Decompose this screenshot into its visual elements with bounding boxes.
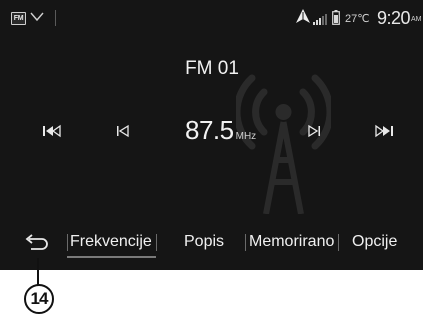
step-back-icon[interactable] xyxy=(111,122,135,140)
tab-popis[interactable]: Popis xyxy=(184,230,224,254)
back-arrow-icon xyxy=(25,234,48,250)
navigation-arrow-icon xyxy=(296,9,310,29)
tab-separator xyxy=(338,234,339,251)
tab-separator xyxy=(156,234,157,251)
tab-memorirano[interactable]: Memorirano xyxy=(249,230,334,254)
temperature-readout: 27℃ xyxy=(345,13,370,25)
step-forward-icon[interactable] xyxy=(302,122,326,140)
chevron-down-icon[interactable] xyxy=(30,10,44,28)
tab-frekvencije[interactable]: Frekvencije xyxy=(70,230,152,254)
frequency-value: 87.5 xyxy=(185,115,234,145)
station-name: FM 01 xyxy=(185,58,239,79)
radio-screen: FM 27℃ 9:20 AM FM 01 87.5 MHz Frekvencij… xyxy=(0,0,423,270)
bottom-tab-bar: Frekvencije Popis Memorirano Opcije xyxy=(0,226,423,260)
back-button[interactable] xyxy=(23,232,51,256)
status-bar: FM 27℃ 9:20 AM xyxy=(0,0,423,40)
tab-separator xyxy=(245,234,246,251)
tab-separator xyxy=(67,234,68,251)
fm-source-label: FM xyxy=(13,15,24,22)
frequency-display: 87.5 MHz xyxy=(185,113,256,147)
callout-number: 14 xyxy=(30,289,49,308)
signal-strength-icon xyxy=(313,12,327,30)
skip-previous-icon[interactable] xyxy=(40,122,64,140)
tab-opcije[interactable]: Opcije xyxy=(352,230,397,254)
battery-icon xyxy=(332,10,340,30)
active-tab-indicator xyxy=(67,256,156,258)
callout-leader-line xyxy=(37,258,39,285)
frequency-unit: MHz xyxy=(235,131,257,142)
clock-ampm: AM xyxy=(411,16,422,23)
skip-next-icon[interactable] xyxy=(372,122,396,140)
fm-source-icon[interactable]: FM xyxy=(11,12,26,25)
callout-marker: 14 xyxy=(24,284,54,314)
status-divider xyxy=(55,10,56,26)
clock-time: 9:20 xyxy=(377,8,411,28)
